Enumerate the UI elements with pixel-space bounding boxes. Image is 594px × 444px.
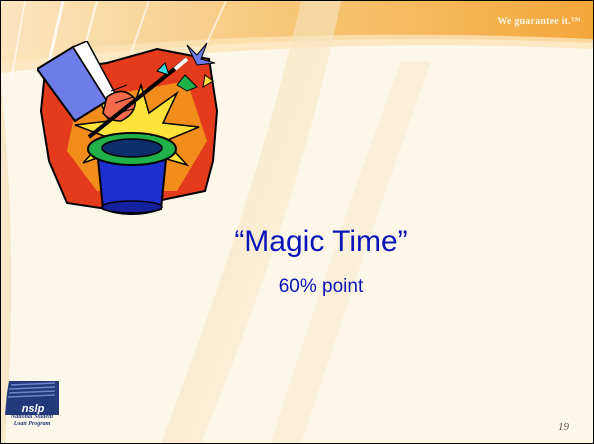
logo-line-1: National Student — [10, 414, 54, 420]
magic-hat-clipart-icon — [37, 41, 219, 215]
nslp-logo-icon: nslp — [5, 381, 59, 415]
tagline: We guarantee it.™ — [497, 16, 581, 27]
slide-subtitle: 60% point — [278, 276, 364, 297]
slide-title: “Magic Time” — [234, 225, 408, 258]
slide: We guarantee it.™ “Magic Time” 60% point… — [0, 0, 594, 444]
logo-caption: National Student Loan Program — [3, 414, 61, 428]
page-number: 19 — [558, 421, 569, 433]
logo-line-2: Loan Program — [13, 421, 51, 427]
